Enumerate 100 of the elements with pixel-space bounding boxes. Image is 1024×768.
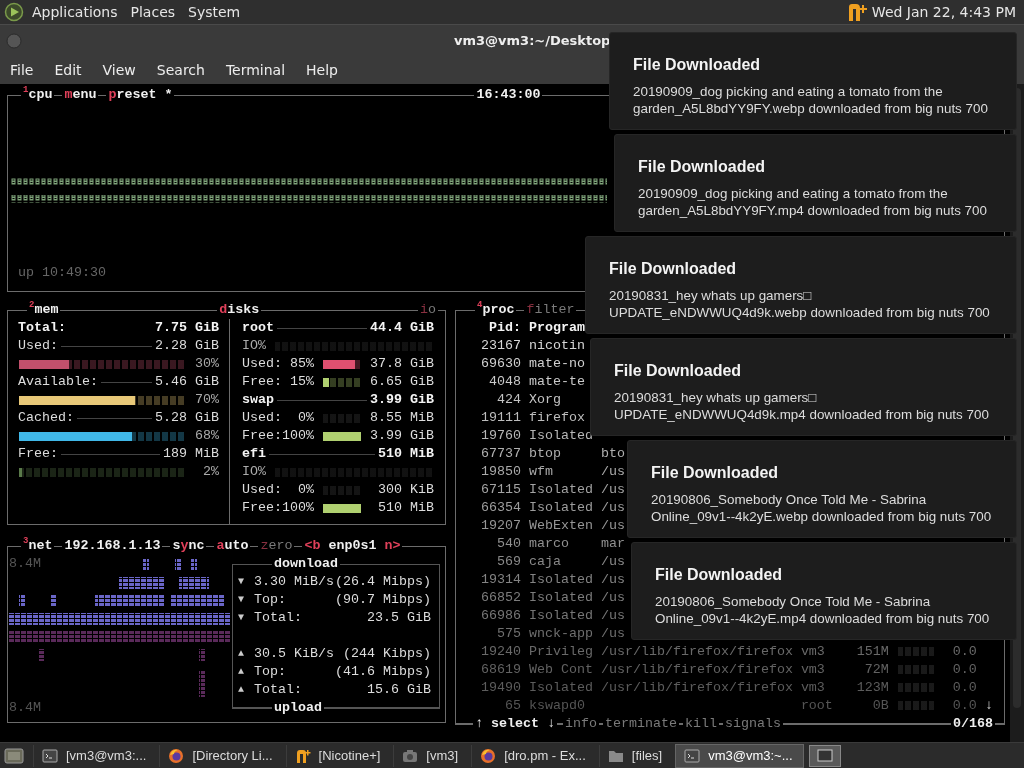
notification-card[interactable]: File Downloaded 20190806_Somebody Once Told Me - Sabrina Online_09v1--4k2yE.webp downloaded from big nuts 700 xyxy=(627,440,1017,538)
notification-title: File Downloaded xyxy=(633,55,762,75)
stat-value: (41.6 Mibps) xyxy=(335,663,431,681)
graph-bar xyxy=(191,559,197,571)
cpu-cell: 0.0 xyxy=(952,644,977,659)
notification-text: 20190909_dog picking and eating a tomato from the garden_A5L8bdYY9FY.webp downloaded from big nuts 700 xyxy=(633,83,989,117)
disk-usage-label: Used: 0% xyxy=(242,409,314,427)
panel-menu[interactable]: System xyxy=(188,4,241,20)
program-cell: Isolated xyxy=(528,572,593,587)
taskbar-button[interactable]: [dro.pm - Ex... xyxy=(471,744,596,767)
stat-label: 30.5 KiB/s xyxy=(254,645,334,663)
notification-title: File Downloaded xyxy=(655,565,784,585)
pid-cell: 65 xyxy=(505,698,521,713)
pid-cell: 19760 xyxy=(481,428,521,443)
uptime-text: up 10:49:30 xyxy=(18,264,106,282)
program-cell: wfm xyxy=(528,464,553,479)
panel-clock[interactable]: Wed Jan 22, 4:43 PM xyxy=(871,4,1016,20)
taskbar-button[interactable]: [files] xyxy=(598,744,673,767)
notification-title: File Downloaded xyxy=(651,463,780,483)
program-cell: firefox xyxy=(528,410,585,425)
disk-usage-label: Free:100% xyxy=(242,499,314,517)
notification-card[interactable]: File Downloaded 20190806_Somebody Once Told Me - Sabrina Online_09v1--4k2yE.mp4 downloaded from big nuts 700 xyxy=(631,542,1017,640)
menu-item[interactable]: File xyxy=(10,62,34,78)
nicotine-icon xyxy=(294,747,311,764)
program-cell: Isolated xyxy=(528,428,593,443)
notification-text: 20190909_dog picking and eating a tomato from the garden_A5L8bdYY9FY.mp4 downloaded from big nuts 700 xyxy=(638,185,988,219)
pid-cell: 66986 xyxy=(481,608,521,623)
arrow-text: ▼ xyxy=(238,575,245,589)
taskbar-button[interactable]: vm3@vm3:~... xyxy=(675,743,804,768)
pid-cell: 569 xyxy=(497,554,521,569)
command-cell: /us xyxy=(600,608,625,623)
panel-menu[interactable]: Applications xyxy=(32,4,118,20)
memory-value: 189 MiB xyxy=(163,445,219,463)
notification-card[interactable]: File Downloaded 20190831_hey whats up gamers□ UPDATE_eNDWWUQ4d9k.mp4 downloaded from big nuts 700 xyxy=(590,338,1017,436)
memory-graph xyxy=(896,682,935,693)
stat-value: (26.4 Mibps) xyxy=(335,573,431,591)
graph-bar xyxy=(199,649,205,661)
command-cell: /us xyxy=(600,554,625,569)
menu-item[interactable]: Search xyxy=(156,62,205,78)
panel-tab[interactable]: $^{4}$proc xyxy=(475,301,517,319)
memory-label: Free: xyxy=(18,445,58,463)
graph-bar xyxy=(19,595,25,607)
command-cell: /usr/lib/firefox/firefox xyxy=(600,662,793,677)
browser-icon xyxy=(480,747,497,764)
command-cell: /us xyxy=(600,572,625,587)
panel-menu[interactable]: Places xyxy=(130,4,176,20)
distro-logo-icon[interactable] xyxy=(4,2,24,22)
taskbar-button[interactable]: [Directory Li... xyxy=(159,744,283,767)
notification-card[interactable]: File Downloaded 20190909_dog picking and eating a tomato from the garden_A5L8bdYY9FY.mp4 downloaded from big nuts 700 xyxy=(614,134,1017,232)
panel-tab[interactable]: signals xyxy=(723,715,783,733)
notification-title: File Downloaded xyxy=(638,157,767,177)
program-cell: mate-te xyxy=(528,374,585,389)
user-cell: vm3 xyxy=(800,662,825,677)
program-cell: mate-no xyxy=(528,356,585,371)
disk-size: 44.4 GiB xyxy=(370,319,434,337)
stat-value: 15.6 GiB xyxy=(367,681,431,699)
graph-bar xyxy=(175,559,181,571)
program-cell: caja xyxy=(528,554,561,569)
show-desktop-icon[interactable] xyxy=(4,746,24,765)
arrow-text: ▲ xyxy=(238,647,245,661)
program-cell: Xorg xyxy=(528,392,561,407)
disk-usage-value: 6.65 GiB xyxy=(370,373,434,391)
disk-usage-label: Used: 85% xyxy=(242,355,314,373)
workspace-switcher-icon[interactable] xyxy=(808,744,841,767)
program-cell: btop xyxy=(528,446,561,461)
menu-item[interactable]: Help xyxy=(306,62,338,78)
menu-item[interactable]: Edit xyxy=(54,62,82,78)
panel-tab[interactable]: <b enp0s1 n> xyxy=(302,537,403,555)
arrow-text: ▼ xyxy=(238,611,245,625)
notification-title: File Downloaded xyxy=(614,361,743,381)
program-cell: Isolated xyxy=(528,608,593,623)
taskbar-button[interactable]: [Nicotine+] xyxy=(285,744,391,767)
browser-icon xyxy=(168,747,185,764)
program-cell: Isolated xyxy=(528,500,593,515)
taskbar-button[interactable]: [vm3@vm3:... xyxy=(33,744,157,767)
scroll-arrow[interactable]: ↓ xyxy=(984,697,993,715)
menu-item[interactable]: Terminal xyxy=(225,62,286,78)
taskbar-button[interactable]: [vm3] xyxy=(393,744,469,767)
pid-cell: 575 xyxy=(497,626,521,641)
notification-card[interactable]: File Downloaded 20190831_hey whats up gamers□ UPDATE_eNDWWUQ4d9k.webp downloaded from big nuts 700 xyxy=(585,236,1017,334)
program-cell: Privileg xyxy=(528,644,593,659)
notification-card[interactable]: File Downloaded 20190909_dog picking and eating a tomato from the garden_A5L8bdYY9FY.webp downloaded from big nuts 700 xyxy=(609,32,1017,130)
memory-label: Used: xyxy=(18,337,58,355)
command-cell: /usr/lib/firefox/firefox xyxy=(600,644,793,659)
pid-cell: 19490 xyxy=(481,680,521,695)
disk-usage-label: Free: 15% xyxy=(242,373,314,391)
percent-text: 30% xyxy=(195,355,219,373)
command-cell: mar xyxy=(600,536,625,551)
memory-graph xyxy=(896,700,935,711)
notification-title: File Downloaded xyxy=(609,259,738,279)
memory-label: Cached: xyxy=(18,409,74,427)
panel-tab[interactable]: $^{1}$cpu xyxy=(21,86,55,104)
menu-item[interactable]: View xyxy=(102,62,136,78)
terminal-icon xyxy=(42,747,58,764)
window-title: vm3@vm3:~/Desktop xyxy=(454,33,611,48)
column-header: Pid: xyxy=(488,319,521,337)
cpu-cell: 0.0 xyxy=(952,698,977,713)
stat-label: Top: xyxy=(254,663,286,681)
pid-cell: 69630 xyxy=(481,356,521,371)
scale-label: 8.4M xyxy=(9,555,41,573)
